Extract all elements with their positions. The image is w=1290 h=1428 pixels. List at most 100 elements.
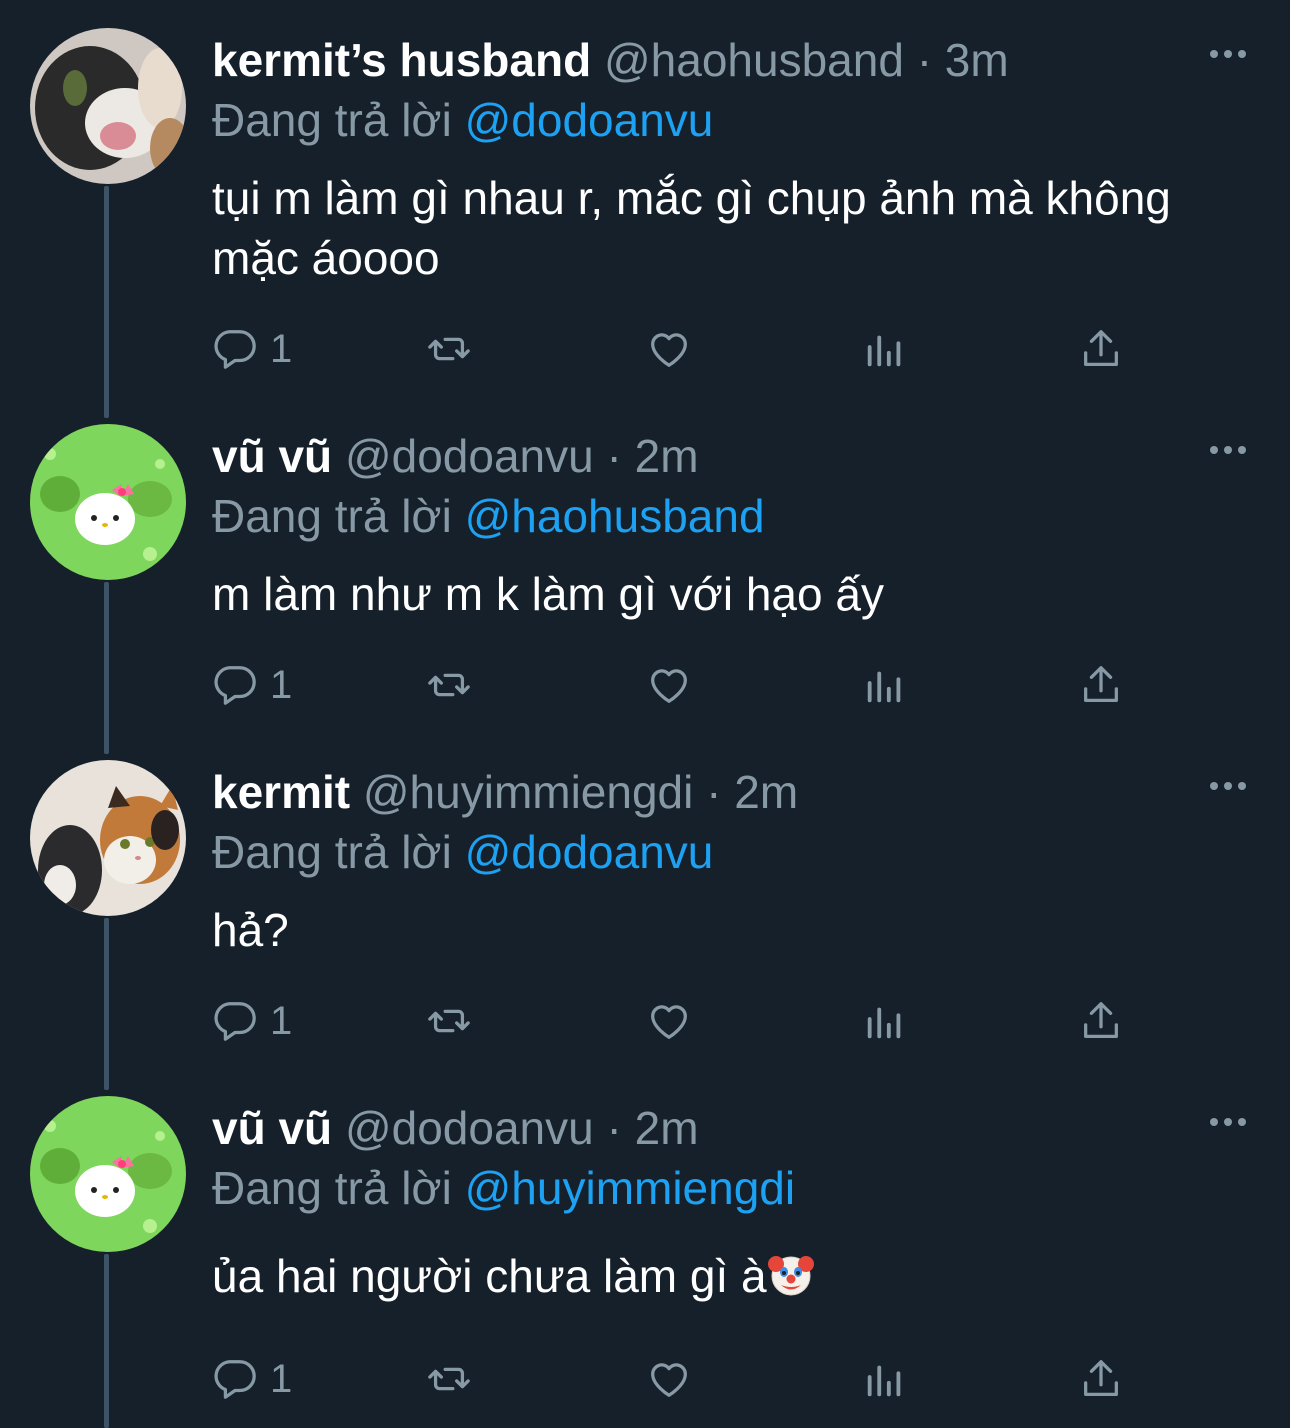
replying-to-label: Đang trả lời — [212, 826, 452, 878]
cat-black-white-avatar — [30, 28, 186, 184]
replying-to-label: Đang trả lời — [212, 94, 452, 146]
calico-cat-avatar — [30, 760, 186, 916]
replying-to-label: Đang trả lời — [212, 490, 452, 542]
reply-count: 1 — [270, 1356, 293, 1401]
analytics-icon — [867, 335, 901, 367]
display-name[interactable]: kermit’s husband — [212, 34, 591, 86]
analytics-button[interactable] — [862, 996, 908, 1046]
like-button[interactable] — [646, 324, 692, 374]
reply-count: 1 — [270, 326, 293, 371]
timestamp[interactable]: 2m — [635, 430, 699, 482]
separator-dot: · — [706, 766, 722, 818]
reply-count: 1 — [270, 998, 293, 1043]
separator-dot: · — [606, 430, 622, 482]
tweet[interactable]: kermit’s husband @haohusband · 3m Đang t… — [0, 0, 1290, 396]
analytics-button[interactable] — [862, 1354, 908, 1404]
analytics-button[interactable] — [862, 660, 908, 710]
like-icon — [651, 1005, 687, 1039]
replying-to: Đang trả lời @huyimmiengdi — [212, 1160, 795, 1216]
like-icon — [651, 669, 687, 703]
mention-link[interactable]: @dodoanvu — [465, 94, 714, 146]
analytics-button[interactable] — [862, 324, 908, 374]
username-handle[interactable]: @haohusband — [604, 34, 904, 86]
share-button[interactable] — [1078, 996, 1124, 1046]
separator-dot: · — [606, 1102, 622, 1154]
green-kitty-avatar — [30, 424, 186, 580]
retweet-button[interactable] — [426, 1354, 472, 1404]
retweet-icon — [428, 1367, 470, 1391]
retweet-button[interactable] — [426, 996, 472, 1046]
clown-face-emoji-icon — [767, 1250, 815, 1298]
reply-icon — [214, 330, 256, 369]
timestamp[interactable]: 2m — [734, 766, 798, 818]
tweet-text: tụi m làm gì nhau r, mắc gì chụp ảnh mà … — [212, 172, 1171, 284]
more-icon[interactable] — [1208, 776, 1248, 796]
replying-to-label: Đang trả lời — [212, 1162, 452, 1214]
avatar[interactable] — [30, 28, 186, 184]
avatar[interactable] — [30, 760, 186, 916]
share-button[interactable] — [1078, 1354, 1124, 1404]
username-handle[interactable]: @dodoanvu — [345, 1102, 594, 1154]
more-icon[interactable] — [1208, 44, 1248, 64]
like-icon — [651, 1363, 687, 1397]
share-button[interactable] — [1078, 324, 1124, 374]
timestamp[interactable]: 2m — [635, 1102, 699, 1154]
tweet-header: kermit @huyimmiengdi · 2m — [212, 764, 798, 820]
avatar[interactable] — [30, 1096, 186, 1252]
reply-icon — [214, 1002, 256, 1041]
analytics-icon — [867, 671, 901, 703]
analytics-icon — [867, 1007, 901, 1039]
display-name[interactable]: vũ vũ — [212, 430, 332, 482]
green-kitty-avatar — [30, 1096, 186, 1252]
timestamp[interactable]: 3m — [945, 34, 1009, 86]
mention-link[interactable]: @huyimmiengdi — [465, 1162, 796, 1214]
replying-to: Đang trả lời @dodoanvu — [212, 824, 713, 880]
tweet-actions: 1 — [212, 1354, 1132, 1404]
display-name[interactable]: kermit — [212, 766, 350, 818]
tweet-text-content: ủa hai người chưa làm gì à — [212, 1250, 767, 1302]
tweet-text: ủa hai người chưa làm gì à — [212, 1246, 1212, 1306]
reply-icon — [214, 1360, 256, 1399]
mention-link[interactable]: @dodoanvu — [465, 826, 714, 878]
share-icon — [1084, 1360, 1118, 1396]
retweet-button[interactable] — [426, 660, 472, 710]
display-name[interactable]: vũ vũ — [212, 1102, 332, 1154]
share-icon — [1084, 330, 1118, 366]
retweet-icon — [428, 673, 470, 697]
tweet-text: m làm như m k làm gì với hạo ấy — [212, 568, 884, 620]
tweet-text: hả? — [212, 904, 289, 956]
share-icon — [1084, 666, 1118, 702]
tweet-actions: 1 — [212, 324, 1132, 374]
tweet[interactable]: kermit @huyimmiengdi · 2m Đang trả lời @… — [0, 732, 1290, 1068]
tweet[interactable]: vũ vũ @dodoanvu · 2m Đang trả lời @huyim… — [0, 1068, 1290, 1428]
avatar[interactable] — [30, 424, 186, 580]
more-icon[interactable] — [1208, 1112, 1248, 1132]
replying-to: Đang trả lời @haohusband — [212, 488, 765, 544]
more-icon[interactable] — [1208, 440, 1248, 460]
username-handle[interactable]: @dodoanvu — [345, 430, 594, 482]
like-icon — [651, 333, 687, 367]
like-button[interactable] — [646, 660, 692, 710]
share-button[interactable] — [1078, 660, 1124, 710]
reply-button[interactable]: 1 — [212, 1354, 292, 1404]
like-button[interactable] — [646, 1354, 692, 1404]
tweet-header: vũ vũ @dodoanvu · 2m — [212, 428, 699, 484]
reply-count: 1 — [270, 662, 293, 707]
separator-dot: · — [916, 34, 933, 86]
retweet-icon — [428, 1009, 470, 1033]
reply-icon — [214, 666, 256, 705]
reply-button[interactable]: 1 — [212, 660, 292, 710]
share-icon — [1084, 1002, 1118, 1038]
reply-button[interactable]: 1 — [212, 996, 292, 1046]
tweet[interactable]: vũ vũ @dodoanvu · 2m Đang trả lời @haohu… — [0, 396, 1290, 732]
tweet-header: vũ vũ @dodoanvu · 2m — [212, 1100, 699, 1156]
retweet-icon — [428, 337, 470, 361]
reply-button[interactable]: 1 — [212, 324, 292, 374]
replying-to: Đang trả lời @dodoanvu — [212, 92, 713, 148]
retweet-button[interactable] — [426, 324, 472, 374]
mention-link[interactable]: @haohusband — [465, 490, 765, 542]
username-handle[interactable]: @huyimmiengdi — [363, 766, 694, 818]
like-button[interactable] — [646, 996, 692, 1046]
tweet-actions: 1 — [212, 660, 1132, 710]
tweet-header: kermit’s husband @haohusband · 3m — [212, 32, 1009, 88]
